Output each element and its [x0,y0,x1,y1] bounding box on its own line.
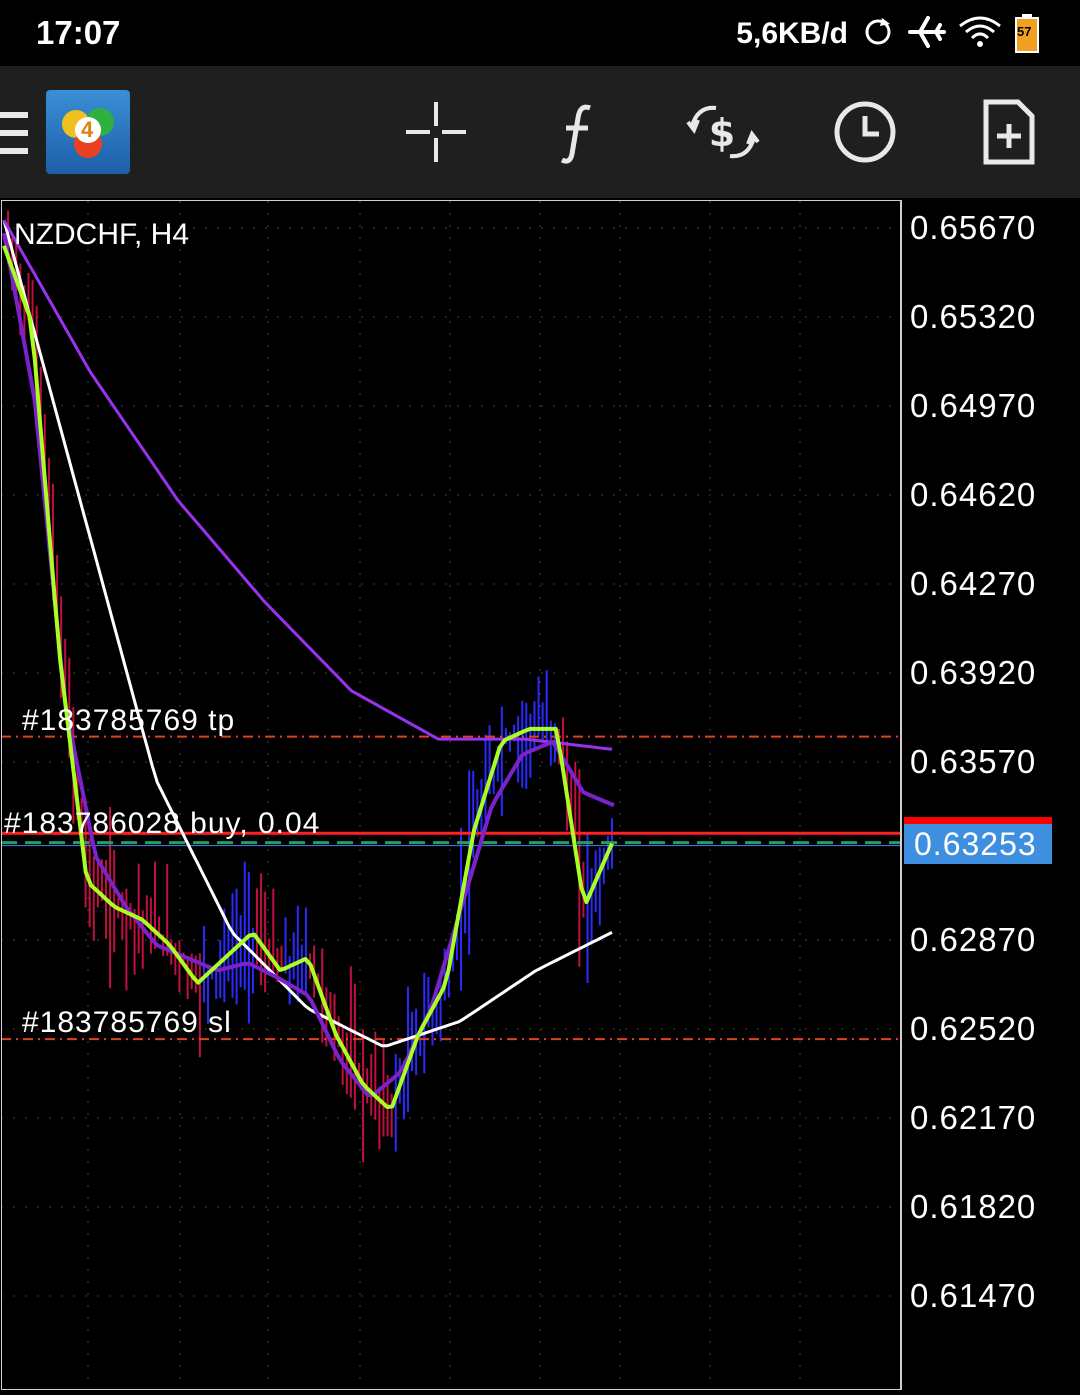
price-axis-label: 0.64270 [910,565,1037,602]
price-axis-label: 0.64970 [910,387,1037,424]
price-axis-label: 0.63920 [910,654,1037,691]
buy-order-label[interactable]: #183786028 buy, 0.04 [4,807,320,841]
bid-marker [904,817,1052,824]
price-axis-label: 0.65670 [910,209,1037,246]
price-axis-label: 0.64620 [910,476,1037,513]
tp-order-label[interactable]: #183785769 tp [22,704,235,738]
price-axis-label: 0.62520 [910,1010,1037,1047]
price-axis-label: 0.62870 [910,921,1037,958]
plot-frame [1,200,902,1390]
sl-order-label[interactable]: #183785769 sl [22,1006,232,1040]
price-axis-label: 0.61820 [910,1188,1037,1225]
price-axis-label: 0.62170 [910,1099,1037,1136]
price-axis-label: 0.63570 [910,743,1037,780]
price-axis-label: 0.61470 [910,1277,1037,1314]
current-price-tag: 0.63253 [904,824,1052,864]
price-axis-label: 0.65320 [910,298,1037,335]
chart-symbol: NZDCHF, H4 [14,218,190,251]
